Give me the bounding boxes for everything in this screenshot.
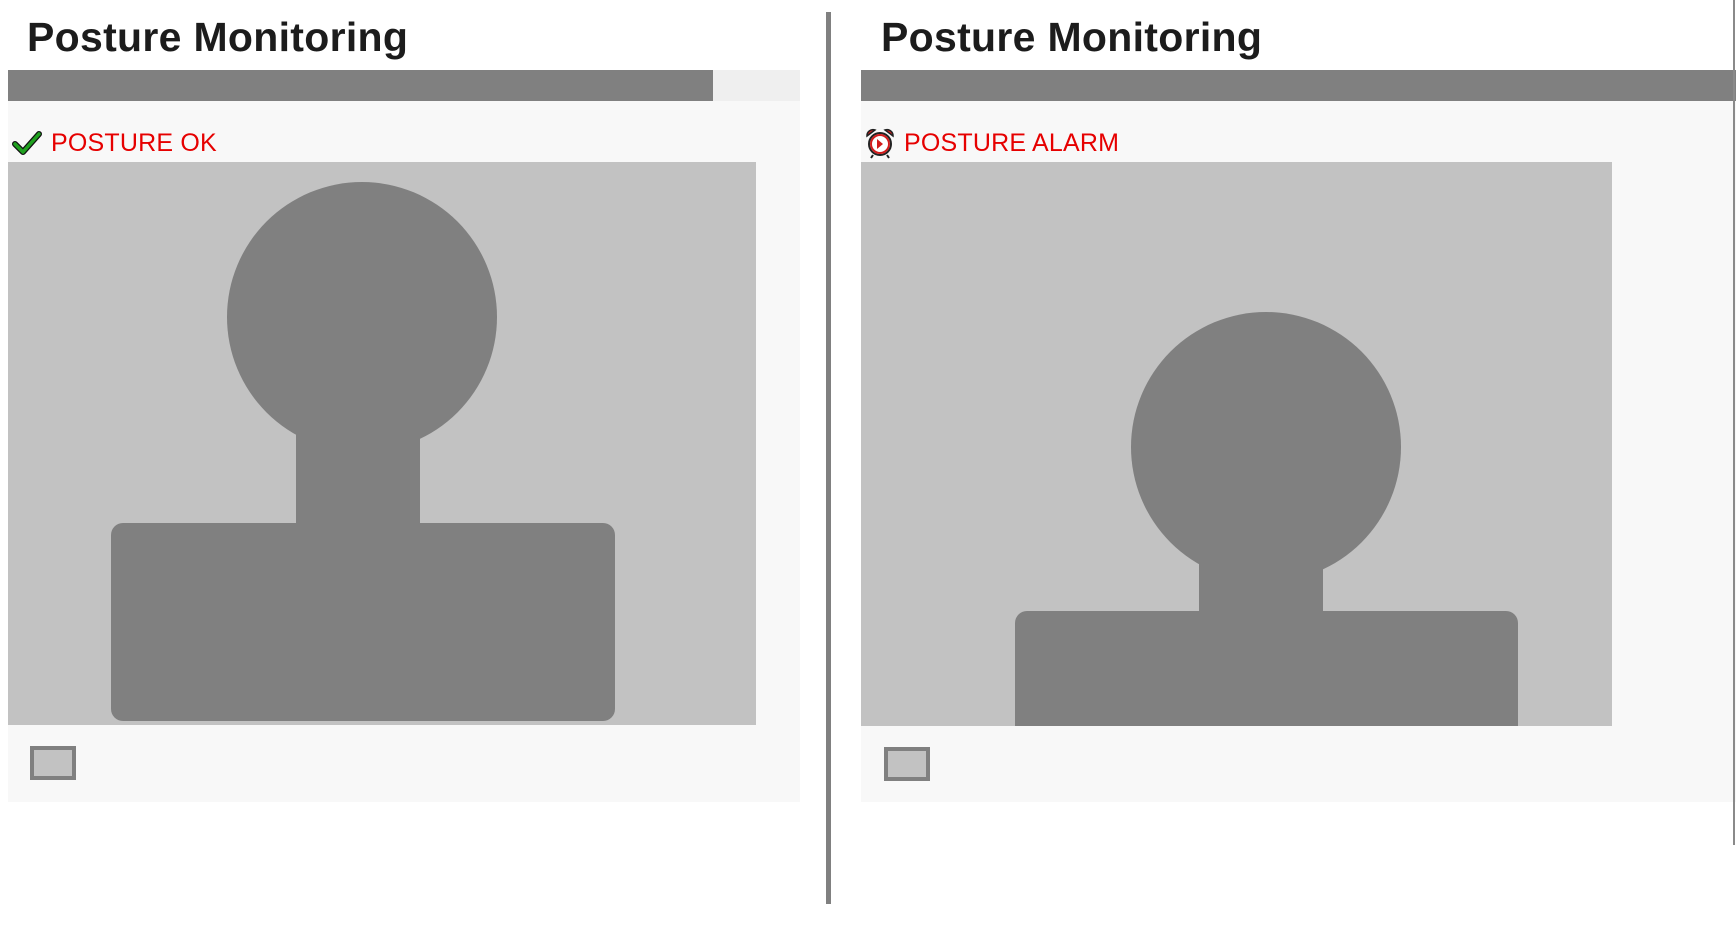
capture-button[interactable]	[30, 746, 76, 780]
monitor-card: POSTURE OK	[8, 70, 800, 802]
camera-feed	[861, 162, 1612, 726]
posture-monitoring-app: Posture Monitoring POSTURE OK Posture Mo…	[0, 0, 1736, 926]
panel-title: Posture Monitoring	[881, 14, 1263, 60]
person-silhouette	[1015, 312, 1518, 726]
posture-status-text: POSTURE OK	[51, 128, 217, 157]
posture-status: POSTURE ALARM	[864, 126, 1119, 160]
alarm-clock-icon	[864, 127, 896, 159]
progress-bar	[861, 70, 1736, 101]
monitor-card: POSTURE ALARM	[861, 70, 1736, 802]
posture-status-text: POSTURE ALARM	[904, 128, 1120, 157]
progress-bar	[8, 70, 800, 101]
posture-status: POSTURE OK	[11, 126, 217, 160]
panel-title: Posture Monitoring	[27, 14, 409, 60]
progress-bar-fill	[861, 70, 1736, 101]
progress-bar-fill	[8, 70, 713, 101]
checkmark-icon	[11, 127, 43, 159]
window-edge	[1733, 0, 1735, 845]
capture-button[interactable]	[884, 747, 930, 781]
camera-feed	[8, 162, 756, 725]
panel-divider	[826, 12, 831, 904]
person-silhouette	[111, 182, 615, 721]
